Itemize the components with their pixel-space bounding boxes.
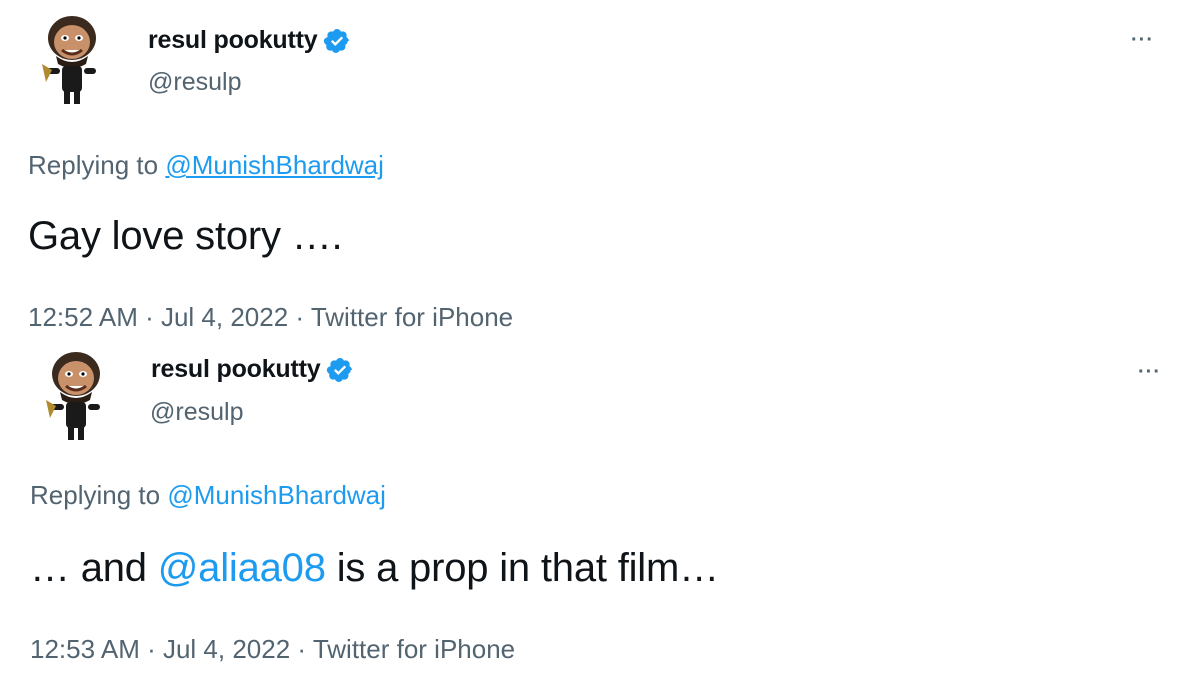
replying-to: Replying to @MunishBhardwaj [30, 480, 386, 511]
tweet[interactable]: resul pookutty @resulp ··· Replying to @… [0, 0, 1200, 340]
tweet-date[interactable]: Jul 4, 2022 [161, 302, 288, 332]
tweet-text-part: Gay love story …. [28, 214, 343, 258]
tweet-text: … and @aliaa08 is a prop in that film… [30, 546, 719, 591]
tweet-text-part: … and [30, 546, 158, 590]
verified-badge-icon [327, 357, 353, 382]
tweet-meta: 12:53 AM · Jul 4, 2022 · Twitter for iPh… [30, 634, 516, 664]
display-name-text: resul pookutty [148, 26, 318, 54]
caricature-avatar-icon [46, 352, 100, 440]
replying-mention-link[interactable]: @MunishBhardwaj [165, 150, 384, 180]
caricature-avatar-icon [42, 16, 96, 104]
display-name[interactable]: resul pookutty [148, 26, 351, 55]
tweet-source: Twitter for iPhone [310, 302, 514, 332]
handle[interactable]: @resulp [150, 398, 243, 427]
handle[interactable]: @resulp [148, 68, 241, 97]
replying-to: Replying to @MunishBhardwaj [28, 150, 384, 181]
display-name[interactable]: resul pookutty [151, 355, 354, 384]
avatar[interactable] [32, 10, 112, 110]
tweet-date[interactable]: Jul 4, 2022 [163, 634, 290, 664]
replying-prefix: Replying to [30, 480, 161, 510]
replying-mention-link[interactable]: @MunishBhardwaj [167, 480, 386, 510]
display-name-text: resul pookutty [151, 355, 321, 383]
replying-prefix: Replying to [28, 150, 159, 180]
tweet-time[interactable]: 12:53 AM [30, 634, 140, 664]
verified-badge-icon [324, 28, 350, 53]
tweet-mention-link[interactable]: @aliaa08 [158, 546, 326, 590]
tweet-source: Twitter for iPhone [312, 634, 516, 664]
avatar[interactable] [36, 346, 116, 446]
more-options-icon[interactable]: ··· [1138, 362, 1161, 382]
tweet-meta: 12:52 AM · Jul 4, 2022 · Twitter for iPh… [28, 302, 514, 332]
tweet[interactable]: resul pookutty @resulp ··· Replying to @… [0, 340, 1200, 674]
tweet-time[interactable]: 12:52 AM [28, 302, 138, 332]
more-options-icon[interactable]: ··· [1131, 30, 1154, 50]
tweet-text: Gay love story …. [28, 214, 343, 259]
tweet-text-part: is a prop in that film… [325, 546, 719, 590]
